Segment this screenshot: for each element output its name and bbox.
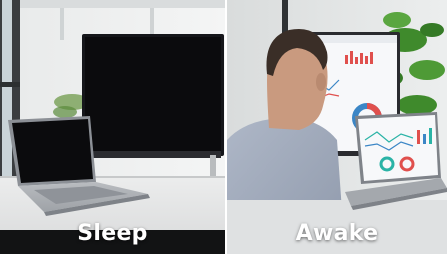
monitor-stand [210, 155, 216, 179]
sleep-panel: Sleep [0, 0, 225, 254]
comparison-image: Sleep Awake [0, 0, 447, 254]
laptop-screen-off [12, 119, 93, 183]
sleep-caption: Sleep [77, 221, 148, 246]
sleep-scene [0, 0, 225, 254]
laptop-screen-on [358, 115, 438, 181]
window-mullion [0, 82, 20, 87]
plant-leaf [53, 106, 77, 118]
awake-scene [227, 0, 447, 254]
awake-caption: Awake [295, 221, 379, 246]
monitor-chin [85, 151, 221, 158]
awake-panel: Awake [227, 0, 447, 254]
window-top-frame [20, 0, 225, 8]
monitor-screen-off [85, 37, 221, 151]
window-glass [2, 0, 12, 180]
